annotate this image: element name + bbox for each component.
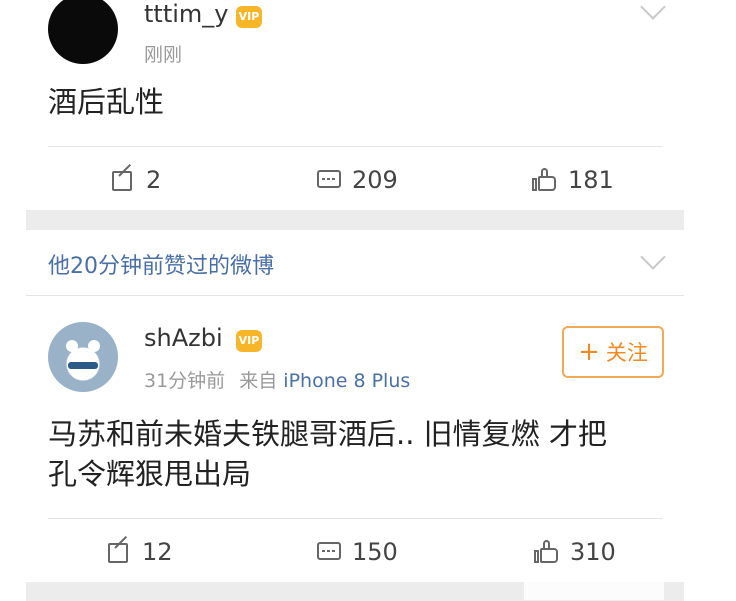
post-actions: 2 209 181 [26, 150, 684, 210]
post-text-line-2: 孔令辉狠甩出局 [48, 457, 252, 491]
liked-section-header[interactable]: 他20分钟前赞过的微博 [26, 230, 684, 296]
post-time: 31分钟前 [144, 370, 226, 392]
post-card-1: tttim_y VIP 刚刚 酒后乱性 2 209 181 [26, 0, 684, 210]
post-meta: 31分钟前 来自 iPhone 8 Plus [144, 366, 410, 393]
follow-button[interactable]: + 关注 [562, 326, 664, 378]
follow-label: 关注 [605, 341, 648, 365]
like-icon [532, 167, 558, 193]
watermark-overlay [524, 566, 664, 600]
share-count: 12 [142, 538, 173, 566]
chevron-down-icon[interactable] [640, 0, 666, 20]
comment-icon [316, 167, 342, 193]
share-button[interactable]: 12 [106, 522, 173, 582]
vip-badge-icon: VIP [236, 6, 262, 28]
comment-icon [316, 539, 342, 565]
like-icon [534, 539, 560, 565]
like-count: 181 [568, 166, 614, 194]
username[interactable]: tttim_y [144, 0, 228, 28]
source-prefix: 来自 [239, 370, 278, 392]
avatar[interactable] [48, 322, 118, 392]
post-text: 酒后乱性 [48, 85, 165, 119]
plus-icon: + [578, 337, 600, 367]
chevron-down-icon[interactable] [640, 244, 666, 270]
comment-button[interactable]: 209 [316, 150, 398, 210]
device-link[interactable]: iPhone 8 Plus [283, 370, 410, 392]
post-time: 刚刚 [144, 44, 183, 66]
like-count: 310 [570, 538, 616, 566]
vip-badge-icon: VIP [236, 330, 262, 352]
share-icon [110, 163, 136, 193]
like-button[interactable]: 181 [532, 150, 614, 210]
separator [26, 210, 684, 230]
divider [48, 518, 662, 519]
post-card-2: shAzbi VIP 31分钟前 来自 iPhone 8 Plus + 关注 马… [26, 296, 684, 582]
comment-count: 150 [352, 538, 398, 566]
divider [48, 146, 662, 147]
section-title: 他20分钟前赞过的微博 [48, 254, 274, 279]
share-button[interactable]: 2 [110, 150, 161, 210]
comment-count: 209 [352, 166, 398, 194]
share-count: 2 [146, 166, 162, 194]
username[interactable]: shAzbi [144, 324, 223, 352]
comment-button[interactable]: 150 [316, 522, 398, 582]
share-icon [106, 535, 132, 565]
avatar[interactable] [48, 0, 118, 64]
post-text-line-1: 马苏和前未婚夫铁腿哥酒后.. 旧情复燃 才把 [48, 417, 607, 451]
weibo-feed: tttim_y VIP 刚刚 酒后乱性 2 209 181 他20分钟前赞过的微… [0, 0, 736, 601]
